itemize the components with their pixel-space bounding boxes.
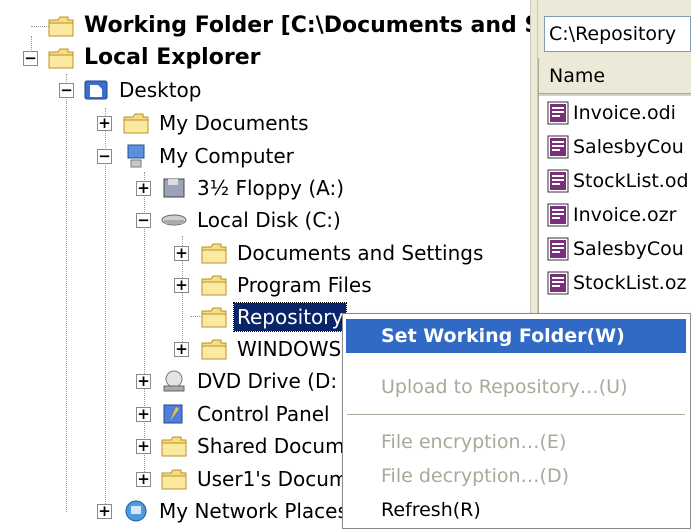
my-documents-icon: [122, 110, 150, 136]
tree-item-user1-documents[interactable]: + User1's Docum: [130, 463, 351, 495]
tree-item-my-computer[interactable]: − My Computer: [90, 140, 297, 172]
expand-icon[interactable]: +: [136, 407, 151, 422]
expand-icon[interactable]: +: [174, 246, 189, 261]
expand-icon[interactable]: +: [136, 181, 151, 196]
dvd-drive-icon: [163, 370, 185, 392]
file-name: SalesbyCou: [573, 238, 684, 260]
tree-item-label: Local Explorer: [84, 45, 261, 70]
tree-item-shared-documents[interactable]: + Shared Docum: [130, 430, 348, 462]
document-icon: [547, 237, 569, 261]
file-row[interactable]: Invoice.odi: [539, 96, 691, 130]
tree-item-label: Control Panel: [197, 402, 330, 426]
file-name: Invoice.odi: [573, 102, 676, 124]
expand-icon[interactable]: +: [136, 374, 151, 389]
tree-item-label: Documents and Settings: [237, 241, 484, 265]
folder-icon: [160, 433, 188, 459]
tree-item-label: Program Files: [237, 273, 372, 297]
document-icon: [547, 203, 569, 227]
context-menu: Set Working Folder(W) Upload to Reposito…: [342, 313, 691, 529]
file-name: StockList.oz: [573, 272, 687, 294]
folder-icon: [160, 466, 188, 492]
document-icon: [547, 135, 569, 159]
tree-item-my-documents[interactable]: + My Documents: [90, 107, 311, 139]
file-row[interactable]: Invoice.ozr: [539, 198, 691, 232]
folder-icon: [47, 13, 75, 39]
tree-item-local-explorer[interactable]: − Local Explorer: [15, 42, 263, 74]
folder-icon: [200, 272, 228, 298]
document-icon: [547, 169, 569, 193]
menu-separator: [347, 414, 685, 415]
file-row[interactable]: SalesbyCou: [539, 232, 691, 266]
tree-item-label: 3½ Floppy (A:): [197, 176, 345, 200]
tree-item-label: WINDOWS: [237, 337, 342, 361]
tree-item-label: Local Disk (C:): [197, 208, 341, 232]
menu-item-set-working-folder[interactable]: Set Working Folder(W): [346, 319, 686, 353]
collapse-icon[interactable]: −: [23, 51, 38, 66]
tree-item-windows[interactable]: + WINDOWS: [168, 333, 344, 365]
tree-item-repository[interactable]: Repository: [168, 301, 348, 333]
menu-item-upload-to-repository[interactable]: Upload to Repository…(U): [346, 370, 686, 404]
expand-icon[interactable]: +: [136, 472, 151, 487]
network-icon: [125, 500, 147, 522]
menu-item-file-decryption[interactable]: File decryption…(D): [346, 459, 686, 493]
tree-item-working-folder[interactable]: Working Folder [C:\Documents and Se: [15, 10, 530, 42]
tree-item-program-files[interactable]: + Program Files: [168, 269, 375, 301]
tree-item-desktop[interactable]: − Desktop: [52, 74, 204, 106]
document-icon: [547, 101, 569, 125]
folder-icon: [47, 45, 75, 71]
file-name: Invoice.ozr: [573, 204, 677, 226]
tree-item-label: Desktop: [119, 78, 202, 102]
expand-icon[interactable]: +: [136, 439, 151, 454]
file-name: StockList.od: [573, 170, 689, 192]
tree-item-label: Repository: [232, 302, 348, 332]
folder-icon: [200, 336, 228, 362]
tree-item-label: My Network Places: [159, 499, 348, 523]
tree-item-my-network-places[interactable]: + My Network Places: [90, 495, 351, 527]
column-header-name[interactable]: Name: [539, 58, 691, 96]
file-row[interactable]: StockList.od: [539, 164, 691, 198]
file-row[interactable]: SalesbyCou: [539, 130, 691, 164]
collapse-icon[interactable]: −: [97, 149, 112, 164]
file-name: SalesbyCou: [573, 136, 684, 158]
expand-icon[interactable]: +: [174, 342, 189, 357]
floppy-drive-icon: [163, 178, 185, 198]
tree-item-dvd-drive[interactable]: + DVD Drive (D:: [130, 365, 340, 397]
collapse-icon[interactable]: −: [59, 83, 74, 98]
expand-icon[interactable]: +: [174, 278, 189, 293]
tree-item-local-disk[interactable]: − Local Disk (C:): [130, 204, 344, 236]
tree-item-documents-and-settings[interactable]: + Documents and Settings: [168, 237, 486, 269]
desktop-icon: [84, 80, 108, 100]
folder-icon: [200, 240, 228, 266]
tree-item-floppy[interactable]: + 3½ Floppy (A:): [130, 172, 347, 204]
expand-icon[interactable]: +: [97, 116, 112, 131]
expand-icon[interactable]: +: [97, 504, 112, 519]
tree-item-control-panel[interactable]: + Control Panel: [130, 398, 333, 430]
control-panel-icon: [163, 404, 183, 424]
document-icon: [547, 271, 569, 295]
collapse-icon[interactable]: −: [136, 213, 151, 228]
menu-item-file-encryption[interactable]: File encryption…(E): [346, 425, 686, 459]
folder-icon: [200, 304, 228, 330]
computer-icon: [127, 144, 145, 168]
tree-item-label: Working Folder [C:\Documents and Se: [84, 13, 530, 38]
path-field[interactable]: C:\Repository: [544, 16, 691, 52]
tree-item-label: My Documents: [159, 111, 309, 135]
tree-item-label: DVD Drive (D:: [197, 369, 338, 393]
menu-item-refresh[interactable]: Refresh(R): [346, 493, 686, 527]
tree-item-label: My Computer: [159, 144, 294, 168]
hard-disk-icon: [161, 214, 187, 226]
tree-item-label: Shared Docum: [197, 434, 345, 458]
tree-item-label: User1's Docum: [197, 467, 349, 491]
file-list: Name Invoice.odi SalesbyCou StockList.od…: [538, 58, 691, 318]
file-row[interactable]: StockList.oz: [539, 266, 691, 300]
